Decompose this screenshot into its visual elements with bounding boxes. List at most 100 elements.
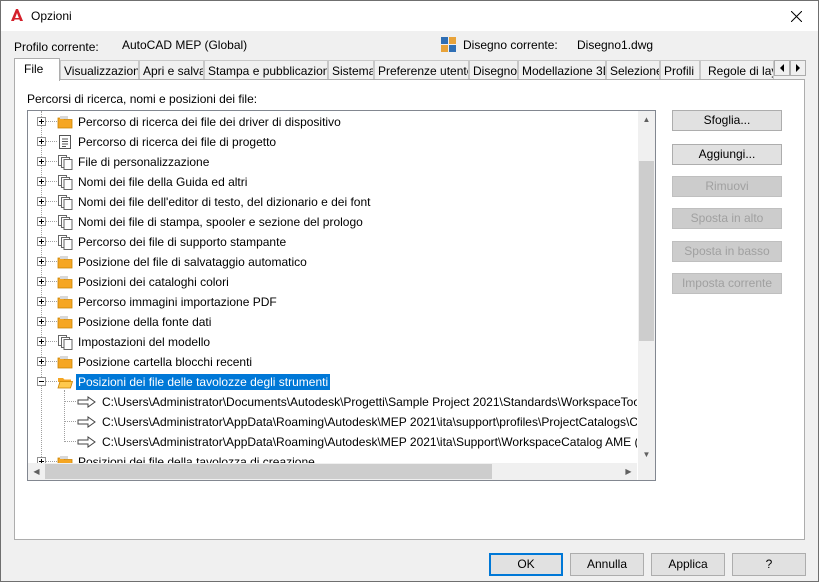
tree-horizontal-scrollbar[interactable]: ◀ ▶ [28, 463, 637, 480]
chevron-right-icon [796, 64, 800, 72]
tab-disegno[interactable]: Disegno [469, 60, 518, 80]
tree-child-path[interactable]: C:\Users\Administrator\AppData\Roaming\A… [28, 412, 637, 432]
expand-icon[interactable] [37, 337, 46, 346]
tree-dotted-line [64, 421, 76, 422]
folder-icon [57, 454, 73, 463]
tree-item[interactable]: Percorso dei file di supporto stampante [28, 232, 637, 252]
files-icon [57, 234, 73, 250]
browse-label: Sfoglia... [703, 113, 751, 127]
expand-icon[interactable] [37, 217, 46, 226]
tab-scroll-left-button[interactable] [774, 60, 790, 76]
tree-item[interactable]: Posizione del file di salvataggio automa… [28, 252, 637, 272]
expand-icon[interactable] [37, 117, 46, 126]
scroll-up-icon[interactable]: ▲ [638, 111, 655, 128]
scroll-right-icon[interactable]: ▶ [620, 463, 637, 480]
tree-dotted-line [46, 281, 57, 282]
tree-dotted-line [46, 321, 57, 322]
tree-item[interactable]: File di personalizzazione [28, 152, 637, 172]
expand-icon[interactable] [37, 257, 46, 266]
help-button[interactable]: ? [732, 553, 806, 576]
current-drawing-label: Disegno corrente: [463, 38, 558, 52]
tree-vertical-scrollbar[interactable]: ▲ ▼ [638, 111, 655, 463]
remove-button[interactable]: Rimuovi [672, 176, 782, 197]
tree-item[interactable]: Posizioni dei file delle tavolozze degli… [28, 372, 637, 392]
tree-dotted-line [46, 381, 57, 382]
tree-item[interactable]: Nomi dei file di stampa, spooler e sezio… [28, 212, 637, 232]
folder-icon [57, 254, 73, 270]
expand-icon[interactable] [37, 197, 46, 206]
vertical-scroll-thumb[interactable] [639, 161, 654, 341]
scroll-down-icon[interactable]: ▼ [638, 446, 655, 463]
tree-child-path[interactable]: C:\Users\Administrator\AppData\Roaming\A… [28, 432, 637, 452]
move-down-button[interactable]: Sposta in basso [672, 241, 782, 262]
add-button[interactable]: Aggiungi... [672, 144, 782, 165]
tree-item[interactable]: Posizioni dei file della tavolozza di cr… [28, 452, 637, 463]
tree-item[interactable]: Percorso immagini importazione PDF [28, 292, 637, 312]
tree-dotted-line [64, 441, 76, 442]
tree-dotted-line [46, 221, 57, 222]
tree-item[interactable]: Percorso di ricerca dei file di progetto [28, 132, 637, 152]
tree-item-label: Posizioni dei cataloghi colori [78, 275, 229, 289]
set-current-button[interactable]: Imposta corrente [672, 273, 782, 294]
files-icon [57, 214, 73, 230]
move-up-button[interactable]: Sposta in alto [672, 208, 782, 229]
tab-visualizzazione[interactable]: Visualizzazione [60, 60, 139, 80]
horizontal-scroll-thumb[interactable] [45, 464, 492, 479]
tab-sistema[interactable]: Sistema [328, 60, 374, 80]
tab-modellazione-3d[interactable]: Modellazione 3D [518, 60, 606, 80]
files-icon [57, 154, 73, 170]
tree-item[interactable]: Nomi dei file della Guida ed altri [28, 172, 637, 192]
document-icon [57, 134, 73, 150]
tree-child-path[interactable]: C:\Users\Administrator\Documents\Autodes… [28, 392, 637, 412]
scroll-left-icon[interactable]: ◀ [28, 463, 45, 480]
expand-icon[interactable] [37, 157, 46, 166]
remove-label: Rimuovi [705, 179, 749, 193]
expand-icon[interactable] [37, 177, 46, 186]
tree-item[interactable]: Nomi dei file dell'editor di testo, del … [28, 192, 637, 212]
folder-icon [57, 114, 73, 130]
expand-icon[interactable] [37, 357, 46, 366]
tab-preferenze-utente[interactable]: Preferenze utente [374, 60, 469, 80]
expand-icon[interactable] [37, 277, 46, 286]
tab-apri-e-salva[interactable]: Apri e salva [139, 60, 204, 80]
tree-item-label: Nomi dei file della Guida ed altri [78, 175, 248, 189]
close-button[interactable] [774, 1, 818, 31]
browse-button[interactable]: Sfoglia... [672, 110, 782, 131]
search-paths-tree[interactable]: Percorso di ricerca dei file dei driver … [27, 110, 656, 481]
scrollbar-corner [638, 463, 655, 480]
apply-button[interactable]: Applica [651, 553, 725, 576]
expand-icon[interactable] [37, 317, 46, 326]
open-folder-icon [57, 374, 74, 390]
tab-regole-di-layout[interactable]: Regole di layo [700, 60, 774, 80]
drawing-icon [441, 37, 456, 52]
tab-stampa-e-pubblicazione[interactable]: Stampa e pubblicazione [204, 60, 328, 80]
window-title: Opzioni [31, 9, 72, 23]
autocad-logo-icon [11, 9, 23, 21]
folder-icon [57, 314, 73, 330]
tab-selezione[interactable]: Selezione [606, 60, 660, 80]
path-arrow-icon [77, 396, 97, 408]
tab-file[interactable]: File [14, 58, 60, 81]
tree-item[interactable]: Impostazioni del modello [28, 332, 637, 352]
tree-rows: Percorso di ricerca dei file dei driver … [28, 111, 637, 463]
tab-scroll-right-button[interactable] [790, 60, 806, 76]
expand-icon[interactable] [37, 137, 46, 146]
tab-label: Modellazione 3D [522, 64, 606, 78]
ok-button[interactable]: OK [489, 553, 563, 576]
tree-item-label: Impostazioni del modello [78, 335, 211, 349]
tree-dotted-line [46, 181, 57, 182]
tree-item[interactable]: Posizioni dei cataloghi colori [28, 272, 637, 292]
tree-dotted-line [46, 341, 57, 342]
collapse-icon[interactable] [37, 377, 46, 386]
tree-item[interactable]: Percorso di ricerca dei file dei driver … [28, 112, 637, 132]
tab-profili[interactable]: Profili [660, 60, 700, 80]
tree-item[interactable]: Posizione cartella blocchi recenti [28, 352, 637, 372]
expand-icon[interactable] [37, 297, 46, 306]
expand-icon[interactable] [37, 237, 46, 246]
cancel-label: Annulla [586, 557, 628, 571]
options-dialog: Opzioni Profilo corrente: AutoCAD MEP (G… [0, 0, 819, 582]
tree-dotted-line [46, 121, 57, 122]
tree-item[interactable]: Posizione della fonte dati [28, 312, 637, 332]
cancel-button[interactable]: Annulla [570, 553, 644, 576]
current-drawing-value: Disegno1.dwg [577, 38, 654, 52]
